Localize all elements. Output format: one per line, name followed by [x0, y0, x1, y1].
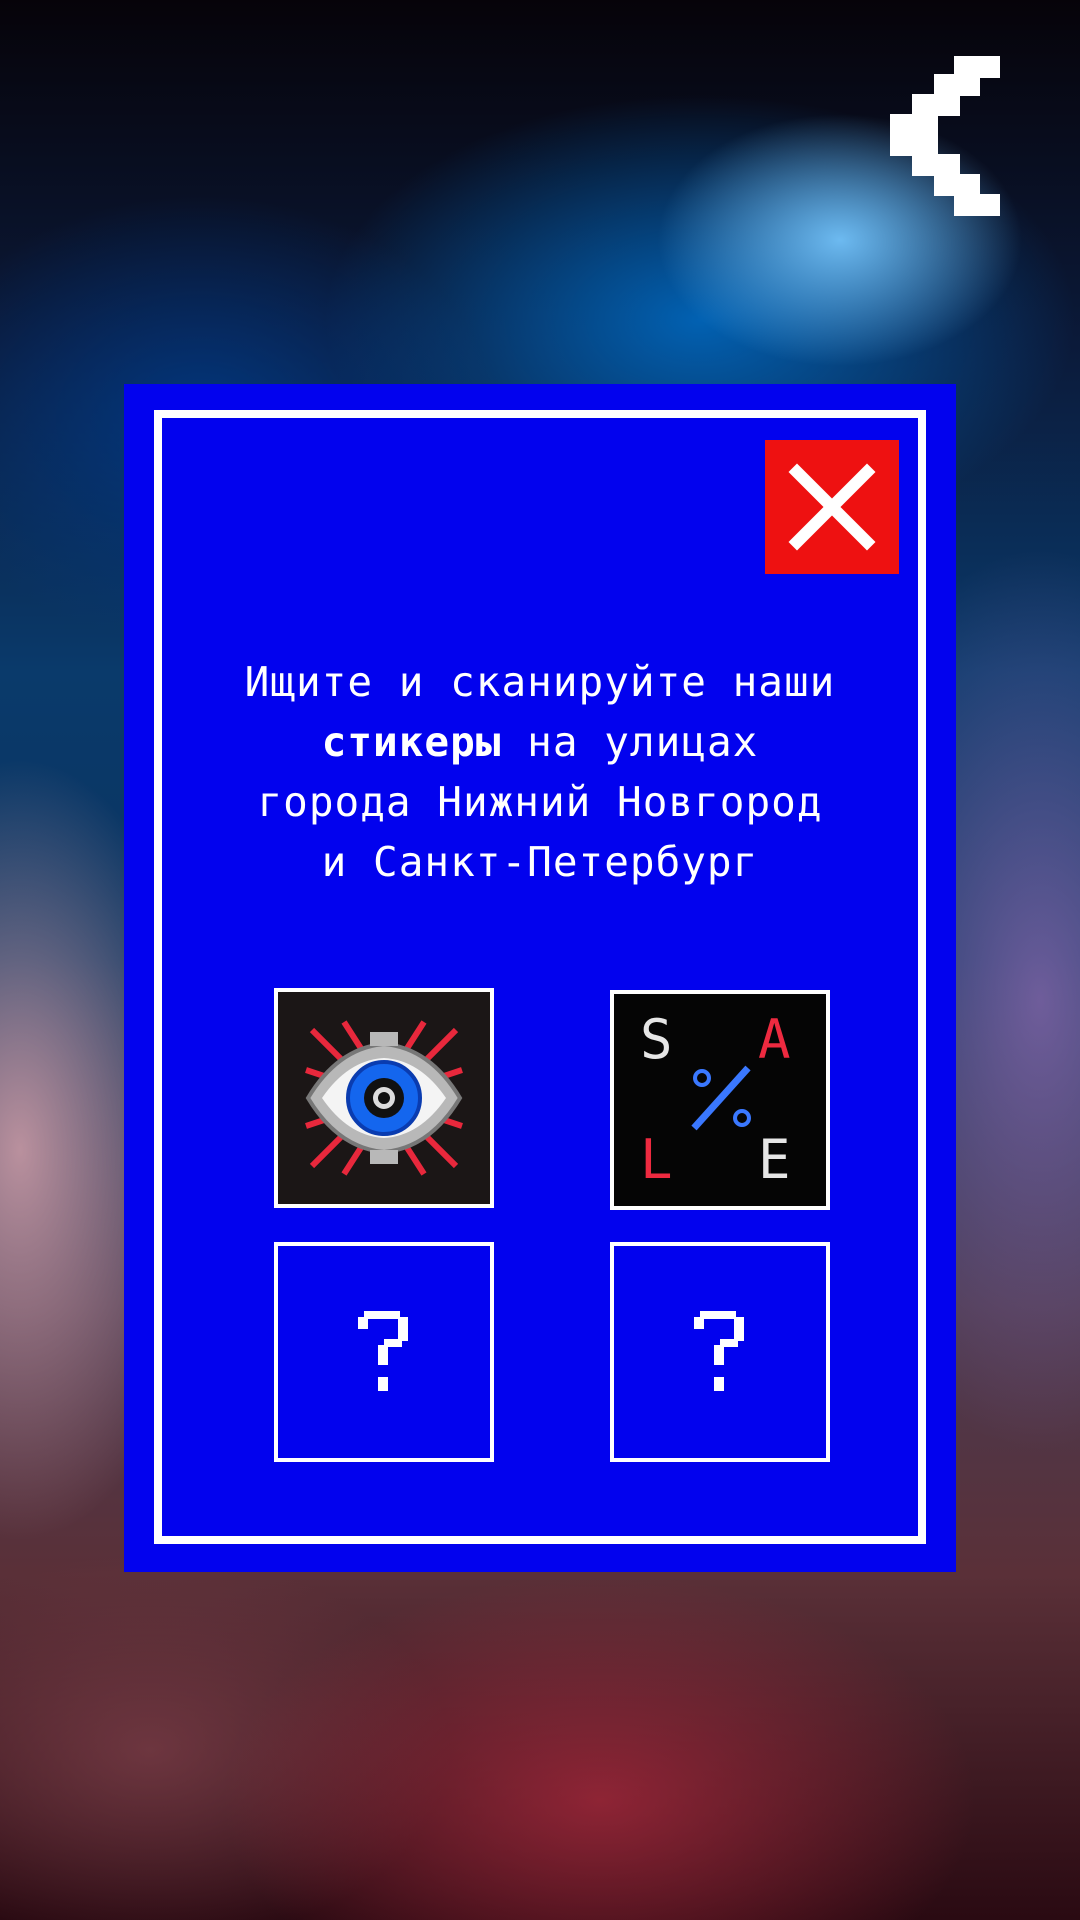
- pixel-eye-icon: [278, 992, 490, 1204]
- locked-sticker-1[interactable]: [274, 1242, 494, 1462]
- instruction-line-2-rest: на улицах: [501, 718, 759, 766]
- question-mark-icon: [354, 1307, 414, 1397]
- sale-letter-a: A: [758, 1008, 791, 1071]
- instruction-line-2: стикеры на улицах: [164, 712, 916, 772]
- sale-letter-l: L: [640, 1128, 673, 1191]
- pixel-chevron-left-icon: [890, 56, 1000, 216]
- sale-sticker[interactable]: S A L E: [610, 990, 830, 1210]
- close-icon: [765, 440, 899, 574]
- stickers-word: стикеры: [321, 718, 502, 766]
- eye-sticker[interactable]: [274, 988, 494, 1208]
- instruction-line-4: и Санкт-Петербург: [321, 838, 759, 886]
- stickers-dialog: Ищите и сканируйте наши стикеры на улица…: [124, 384, 956, 1572]
- locked-sticker-2[interactable]: [610, 1242, 830, 1462]
- back-button[interactable]: [890, 56, 1000, 216]
- sale-letter-e: E: [758, 1128, 791, 1191]
- sale-letter-s: S: [640, 1008, 673, 1071]
- sticker-scan-screen: Ищите и сканируйте наши стикеры на улица…: [0, 0, 1080, 1920]
- instruction-line-1: Ищите и сканируйте наши: [244, 658, 836, 706]
- question-mark-icon: [690, 1307, 750, 1397]
- close-button[interactable]: [765, 440, 899, 574]
- instruction-line-3: города Нижний Новгород: [257, 778, 823, 826]
- sale-percent-icon: S A L E: [614, 994, 826, 1206]
- instruction-text: Ищите и сканируйте наши стикеры на улица…: [164, 652, 916, 892]
